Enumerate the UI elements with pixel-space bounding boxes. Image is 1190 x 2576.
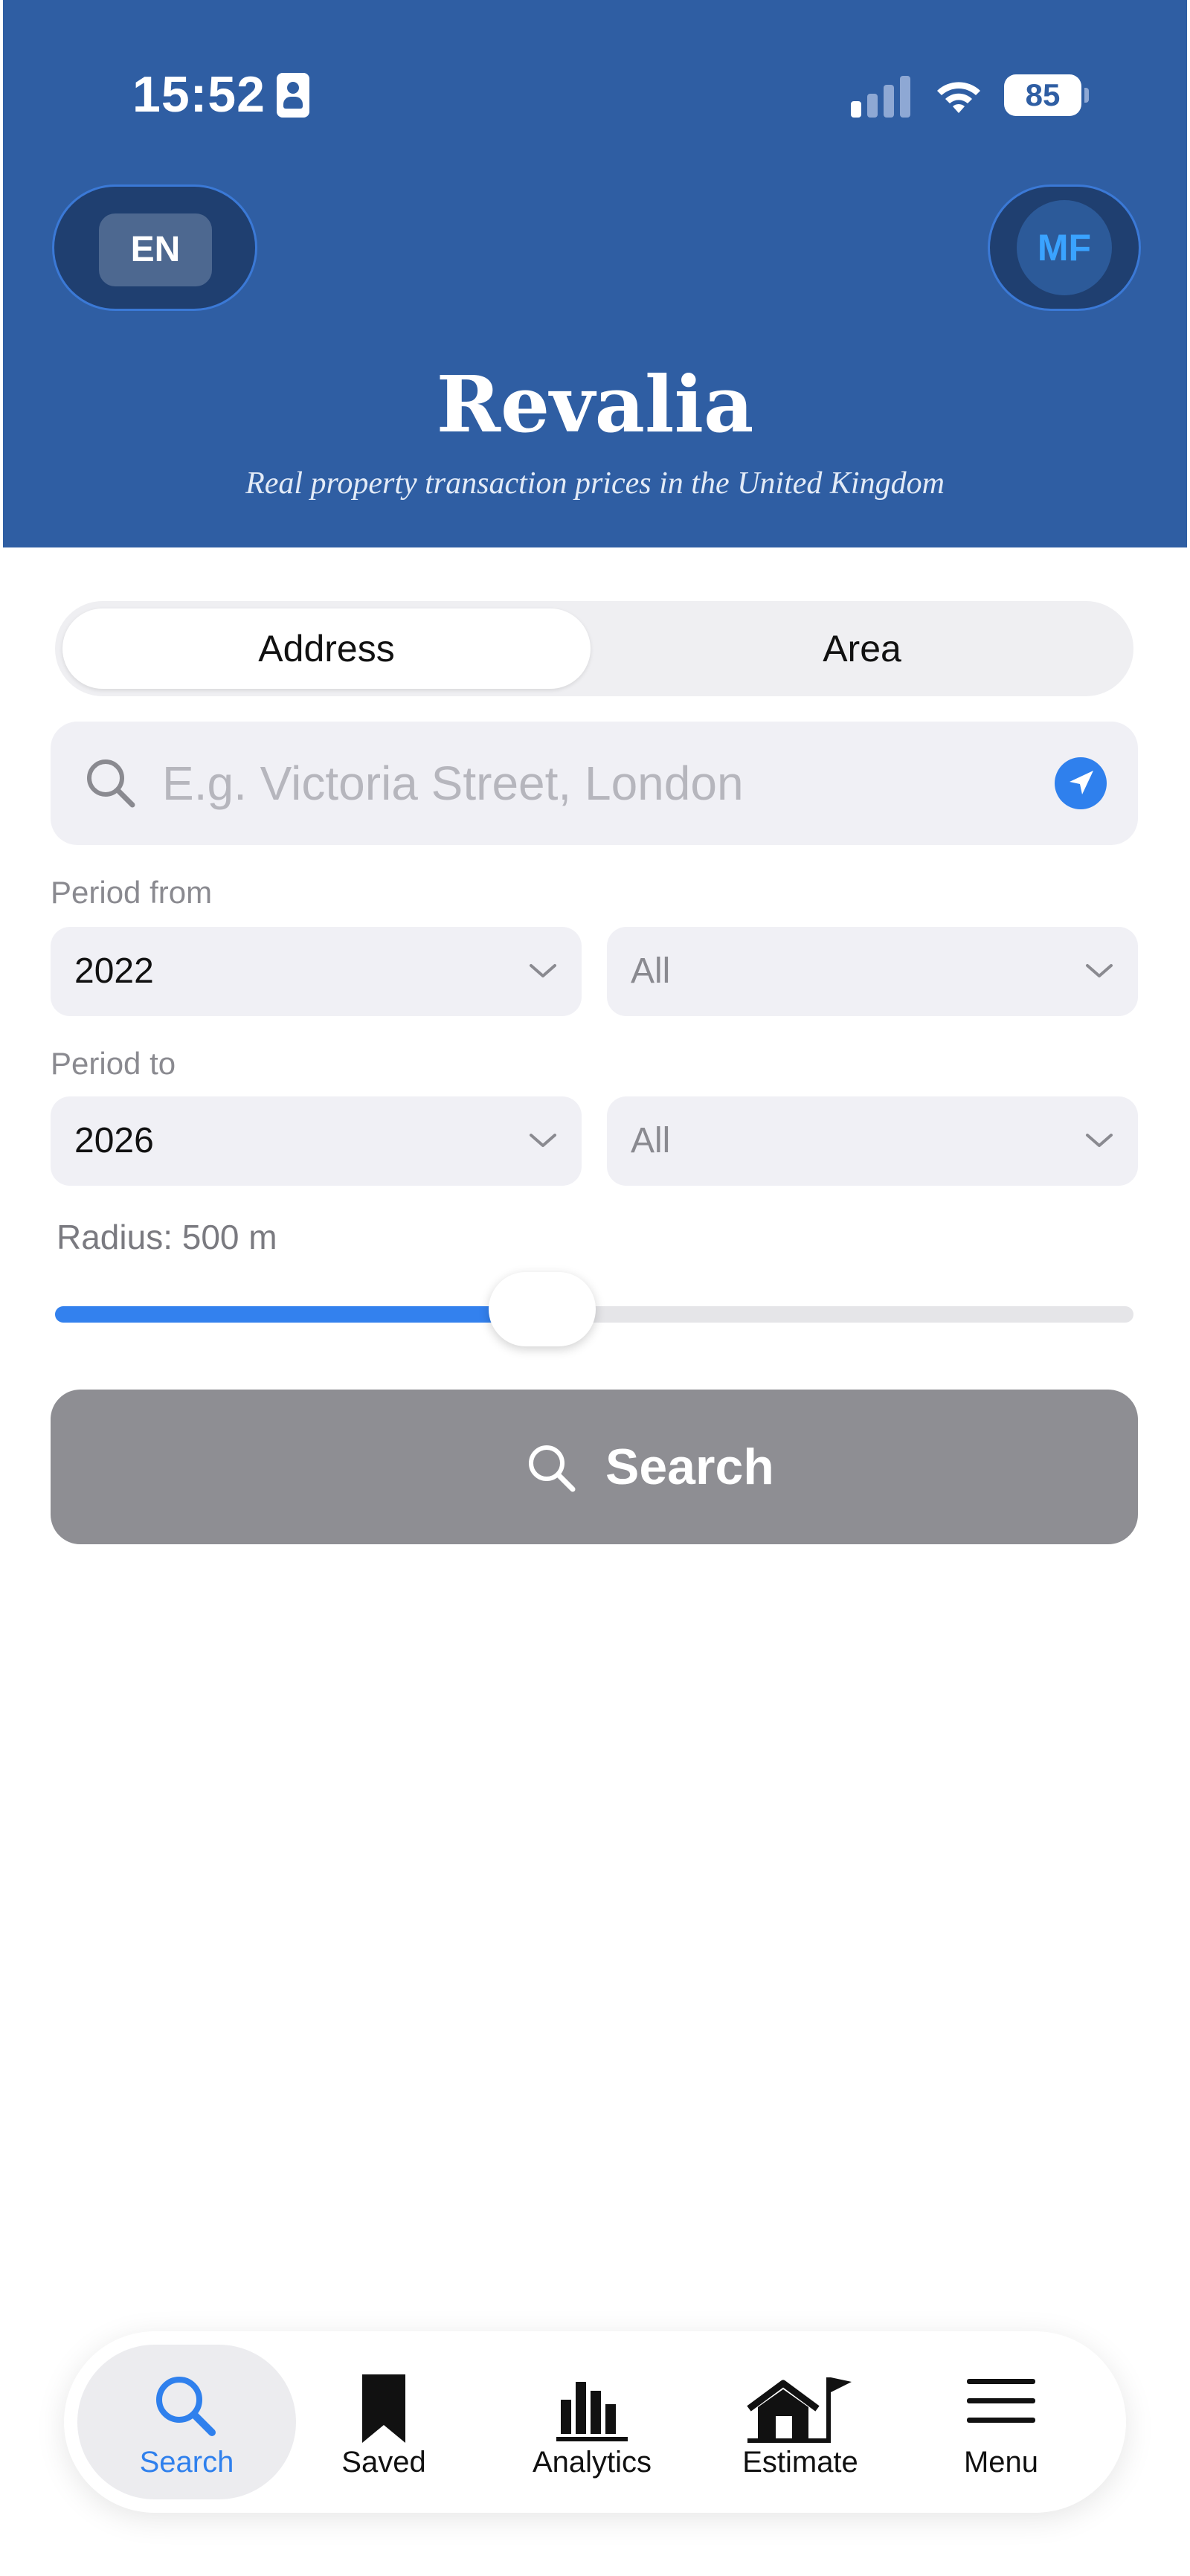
language-label: EN <box>99 213 212 286</box>
search-icon <box>529 1445 576 1492</box>
tab-analytics[interactable]: Analytics <box>495 2345 689 2499</box>
chevron-down-icon <box>530 964 556 977</box>
search-button-label: Search <box>605 1439 774 1495</box>
bookmark-icon <box>362 2374 405 2443</box>
period-from-month-value: All <box>631 951 671 991</box>
search-icon <box>87 759 135 808</box>
period-to-year-value: 2026 <box>74 1121 154 1160</box>
app-subtitle: Real property transaction prices in the … <box>245 466 945 501</box>
wifi-icon <box>937 82 980 113</box>
period-from-year-value: 2022 <box>74 951 154 991</box>
search-button[interactable]: Search <box>51 1390 1138 1544</box>
tab-saved[interactable]: Saved <box>287 2345 480 2499</box>
location-arrow-icon <box>1070 771 1093 794</box>
radius-slider[interactable] <box>55 1272 1133 1346</box>
tab-label: Estimate <box>742 2446 858 2479</box>
current-location-button[interactable] <box>1055 757 1107 809</box>
tab-label: Saved <box>341 2446 426 2479</box>
period-to-label: Period to <box>51 1046 176 1081</box>
search-mode-switch: Address Area <box>55 601 1133 696</box>
status-bar: 15:52 85 <box>3 0 1187 171</box>
tab-menu[interactable]: Menu <box>904 2345 1098 2499</box>
language-toggle-button[interactable]: EN <box>52 184 257 311</box>
chevron-down-icon <box>1086 964 1113 977</box>
app-title: Revalia <box>436 359 754 450</box>
app-header: 15:52 85 EN MF Revalia Real property tra… <box>3 0 1187 547</box>
period-from-month-select[interactable]: All <box>607 927 1138 1016</box>
radius-label: Radius: 500 m <box>57 1218 277 1256</box>
tab-label: Analytics <box>532 2446 652 2479</box>
address-search-field <box>51 722 1138 845</box>
tab-label: Search <box>139 2446 234 2479</box>
period-to-year-select[interactable]: 2026 <box>51 1096 582 1186</box>
tab-search[interactable]: Search <box>77 2345 296 2499</box>
contact-card-icon <box>277 73 309 118</box>
tab-estimate[interactable]: Estimate <box>704 2345 897 2499</box>
house-flag-icon <box>747 2377 852 2443</box>
profile-button[interactable]: MF <box>988 184 1141 311</box>
tab-label: Menu <box>963 2446 1039 2479</box>
cellular-signal-icon <box>851 74 910 118</box>
radius-slider-fill <box>55 1306 541 1323</box>
period-from-year-select[interactable]: 2022 <box>51 927 582 1016</box>
period-to-month-select[interactable]: All <box>607 1096 1138 1186</box>
status-time: 15:52 <box>132 66 266 123</box>
battery-icon: 85 <box>1004 74 1089 116</box>
mode-tab-address[interactable]: Address <box>62 608 591 689</box>
period-from-label: Period from <box>51 875 213 910</box>
avatar: MF <box>1017 200 1112 295</box>
chevron-down-icon <box>1086 1134 1113 1147</box>
battery-level: 85 <box>1025 77 1061 112</box>
bottom-tab-bar: Search Saved Analytics Estimate Menu <box>64 2331 1126 2513</box>
bar-chart-icon <box>556 2382 628 2441</box>
radius-slider-thumb[interactable] <box>488 1272 596 1346</box>
search-icon <box>156 2377 216 2436</box>
period-to-month-value: All <box>631 1121 671 1160</box>
address-search-input[interactable] <box>162 744 1017 823</box>
hamburger-menu-icon <box>967 2379 1035 2423</box>
mode-tab-area[interactable]: Area <box>598 608 1126 689</box>
chevron-down-icon <box>530 1134 556 1147</box>
